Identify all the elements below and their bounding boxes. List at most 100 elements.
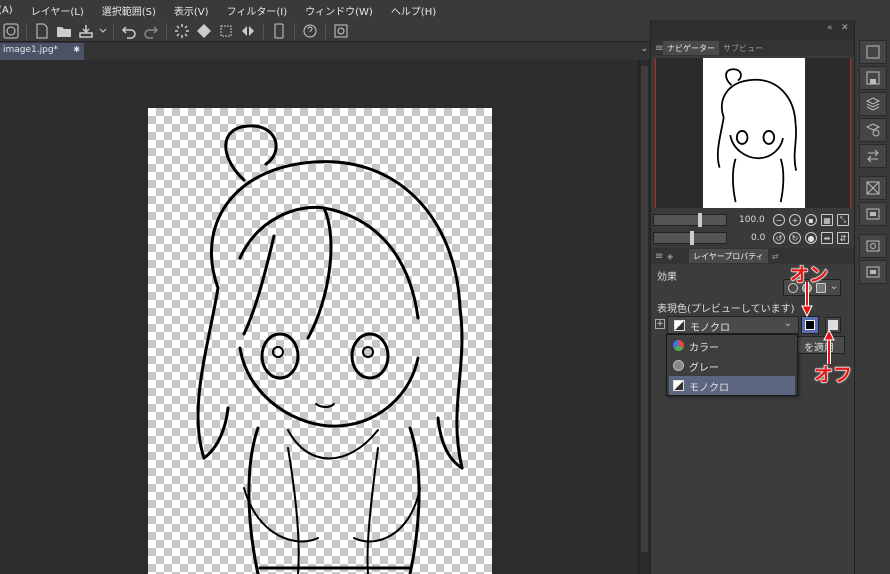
rotate-left-icon[interactable]: ↺ [773, 232, 785, 244]
tab-layer-property[interactable]: レイヤープロパティ [689, 249, 768, 263]
toolbar-divider [294, 22, 295, 39]
zoom-in-icon[interactable]: + [789, 214, 801, 226]
menu-layer[interactable]: レイヤー(L) [31, 3, 84, 18]
flip-horizontal-icon[interactable]: ⇹ [821, 232, 833, 244]
tab-history[interactable]: ⇄ [768, 249, 783, 263]
redo-icon[interactable] [142, 22, 160, 40]
tab-navigator[interactable]: ナビゲーター [663, 41, 719, 55]
arrow-up-icon [823, 328, 835, 364]
new-file-icon[interactable] [33, 22, 51, 40]
rotation-slider[interactable] [653, 231, 727, 245]
history-icon[interactable] [859, 144, 887, 168]
search-icon[interactable] [332, 22, 350, 40]
transform-icon[interactable] [217, 22, 235, 40]
tab-subview[interactable]: サブビュー [719, 41, 767, 55]
toolbar-divider [325, 22, 326, 39]
menu-view[interactable]: 表示(V) [174, 3, 209, 18]
menu-edit[interactable]: (A) [0, 5, 13, 16]
menu-selection[interactable]: 選択範囲(S) [102, 3, 156, 18]
line-color-black-swatch[interactable] [801, 316, 819, 334]
scrollbar-thumb[interactable] [641, 66, 648, 552]
menu-bar: (A) レイヤー(L) 選択範囲(S) 表示(V) フィルター(I) ウィンドウ… [0, 0, 890, 20]
close-icon[interactable]: ✕ [841, 23, 849, 33]
fill-icon[interactable] [195, 22, 213, 40]
undo-icon[interactable] [120, 22, 138, 40]
right-panel: « ✕ ≡ ナビゲーター サブビュー 100.0 − + ▪ ▦ ⤡ 0.0 ↺… [650, 20, 855, 574]
rotation-value[interactable]: 0.0 [751, 233, 765, 243]
panel-top-strip: « ✕ [651, 20, 855, 40]
navigator-view[interactable] [655, 58, 851, 208]
reset-rotation-icon[interactable]: ● [805, 232, 817, 244]
loading-icon[interactable] [173, 22, 191, 40]
image-frame-icon[interactable] [859, 260, 887, 284]
apply-button[interactable]: を適用 [793, 336, 845, 354]
layer-property-icon[interactable] [859, 118, 887, 142]
document-tab[interactable]: image1.jpg* ✱ [0, 43, 84, 60]
close-icon[interactable]: ✱ [73, 45, 80, 54]
canvas-area[interactable] [0, 60, 638, 574]
monochrome-icon [674, 320, 685, 331]
color-icon [673, 340, 684, 351]
expression-color-label: 表現色(プレビューしています) [657, 304, 795, 315]
menu-help[interactable]: ヘルプ(H) [391, 3, 436, 18]
annotation-off: オフ [813, 364, 853, 387]
chevron-down-icon: ⌄ [783, 318, 792, 329]
line-art-illustration [196, 124, 464, 574]
flip-vertical-icon[interactable]: ⇵ [837, 232, 849, 244]
chevron-down-icon[interactable] [99, 22, 107, 40]
chevron-down-icon[interactable]: ⌄ [640, 44, 648, 54]
panel-toggle-icon[interactable] [859, 40, 887, 64]
save-icon[interactable] [859, 66, 887, 90]
menu-icon[interactable]: ≡ [655, 251, 663, 262]
flip-icon[interactable] [239, 22, 257, 40]
fit-view-icon[interactable]: ▦ [821, 214, 833, 226]
menu-icon[interactable]: ≡ [655, 43, 663, 54]
toolbar-divider [113, 22, 114, 39]
canvas-paper[interactable] [148, 108, 492, 574]
effects-label: 効果 [657, 272, 677, 283]
menu-filter[interactable]: フィルター(I) [227, 3, 288, 18]
document-tab-strip: image1.jpg* ✱ ⌄ [0, 42, 650, 60]
menu-window[interactable]: ウィンドウ(W) [305, 3, 373, 18]
arrow-down-icon [801, 282, 813, 318]
app-menu-icon[interactable] [2, 22, 20, 40]
image-icon[interactable] [859, 234, 887, 258]
navigator-controls: 100.0 − + ▪ ▦ ⤡ 0.0 ↺ ↻ ● ⇹ ⇵ [653, 212, 853, 246]
open-folder-icon[interactable] [55, 22, 73, 40]
zoom-slider-knob[interactable] [698, 213, 702, 227]
expand-icon[interactable]: + [655, 319, 665, 329]
navigator-preview [716, 68, 797, 203]
navigator-thumbnail[interactable] [703, 58, 805, 208]
layer-property-panel: 効果 ⌄ 表現色(プレビューしています) + モノクロ ⌄ を適用 [651, 264, 855, 574]
document-tab-title: image1.jpg* [3, 45, 59, 55]
rotate-right-icon[interactable]: ↻ [789, 232, 801, 244]
tab-layer[interactable]: ◈ [663, 249, 689, 263]
option-color[interactable]: カラー [669, 336, 795, 355]
chevron-down-icon[interactable]: ⌄ [830, 281, 838, 292]
save-icon[interactable] [77, 22, 95, 40]
option-monochrome[interactable]: モノクロ [669, 376, 795, 395]
expression-color-select[interactable]: モノクロ ⌄ [667, 316, 799, 334]
gray-icon [673, 360, 684, 371]
toolbar-divider [263, 22, 264, 39]
black-swatch [805, 320, 815, 330]
fit-icon[interactable]: ▪ [805, 214, 817, 226]
layers-icon[interactable] [859, 92, 887, 116]
material-folder-icon[interactable] [859, 202, 887, 226]
zoom-slider[interactable] [653, 213, 727, 227]
device-icon[interactable] [270, 22, 288, 40]
monochrome-icon [673, 380, 684, 391]
rotation-slider-knob[interactable] [690, 231, 694, 245]
option-gray[interactable]: グレー [669, 356, 795, 375]
help-icon[interactable] [301, 22, 319, 40]
collapse-icon[interactable]: « [827, 23, 833, 33]
canvas-vertical-scrollbar[interactable] [638, 60, 650, 574]
actual-size-icon[interactable]: ⤡ [837, 214, 849, 226]
toolbar-divider [26, 22, 27, 39]
material-icon[interactable] [859, 176, 887, 200]
zoom-value[interactable]: 100.0 [739, 215, 765, 225]
zoom-out-icon[interactable]: − [773, 214, 785, 226]
expression-color-row: + モノクロ ⌄ [655, 316, 851, 334]
toolbar [0, 20, 650, 42]
expression-color-dropdown: カラー グレー モノクロ [666, 334, 798, 396]
